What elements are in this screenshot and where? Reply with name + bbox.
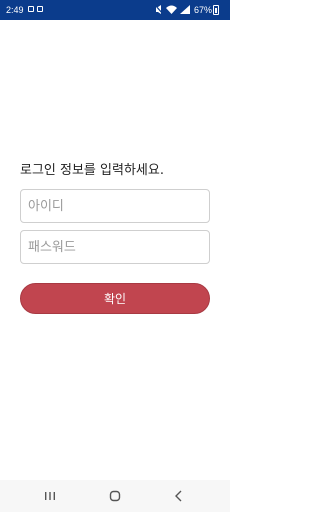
back-icon[interactable] (171, 488, 187, 504)
wifi-icon (166, 5, 177, 14)
signal-icon (180, 5, 190, 14)
id-input[interactable] (20, 189, 210, 223)
confirm-button[interactable]: 확인 (20, 283, 210, 314)
status-bar: 2:49 67% (0, 0, 230, 20)
silent-icon (155, 5, 163, 14)
battery-percent: 67% (194, 5, 213, 15)
recent-apps-icon[interactable] (42, 488, 58, 504)
notification-icon (28, 6, 34, 12)
status-time: 2:49 (6, 5, 24, 15)
navigation-bar (0, 480, 230, 512)
password-input[interactable] (20, 230, 210, 264)
home-icon[interactable] (107, 488, 123, 504)
login-prompt: 로그인 정보를 입력하세요. (20, 163, 164, 178)
battery-icon (213, 5, 219, 15)
image-icon (37, 6, 43, 12)
